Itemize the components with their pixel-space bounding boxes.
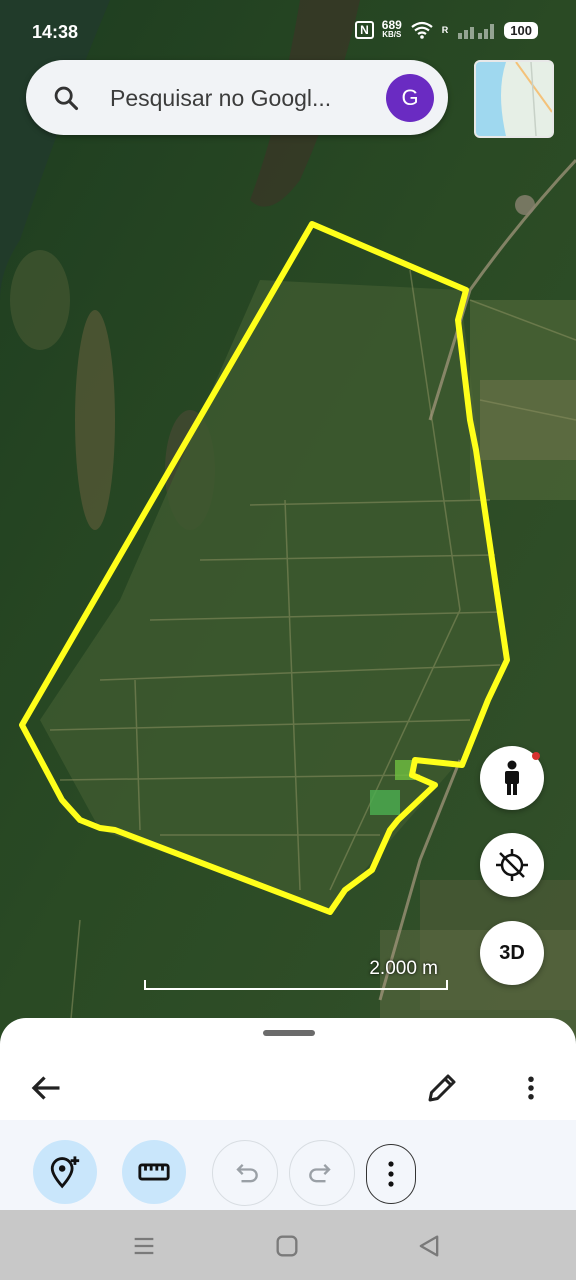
signal-icon xyxy=(458,24,495,39)
map-scale: 2.000 m xyxy=(142,958,448,992)
add-placemark-button[interactable] xyxy=(33,1140,97,1204)
scale-bar xyxy=(144,980,448,990)
nfc-icon: N xyxy=(355,21,374,39)
recenter-button[interactable] xyxy=(480,833,544,897)
search-icon xyxy=(54,86,79,111)
undo-button[interactable] xyxy=(212,1140,278,1206)
status-bar: 14:38 N 689 KB/S R 100 xyxy=(0,0,576,64)
menu-icon[interactable] xyxy=(130,1232,158,1260)
pencil-icon[interactable] xyxy=(424,1070,460,1106)
edit-toolbar xyxy=(0,1120,576,1210)
location-off-icon xyxy=(496,849,528,881)
redo-button[interactable] xyxy=(289,1140,355,1206)
redo-icon xyxy=(309,1164,331,1183)
search-input[interactable]: Pesquisar no Googl... xyxy=(110,85,331,112)
search-bar[interactable]: Pesquisar no Googl... G xyxy=(26,60,448,135)
undo-icon xyxy=(236,1164,258,1183)
triangle-back-icon[interactable] xyxy=(415,1232,443,1260)
status-icons: N 689 KB/S R 100 xyxy=(355,19,538,40)
wifi-icon xyxy=(411,21,433,39)
arrow-left-icon[interactable] xyxy=(28,1070,64,1106)
ruler-icon xyxy=(138,1163,170,1181)
network-speed: 689 KB/S xyxy=(382,19,402,40)
battery-indicator: 100 xyxy=(504,21,538,39)
notification-dot xyxy=(532,752,540,760)
scale-label: 2.000 m xyxy=(369,958,438,979)
more-vert-icon[interactable] xyxy=(516,1070,546,1106)
more-vert-icon xyxy=(388,1161,394,1187)
sheet-drag-handle[interactable] xyxy=(263,1030,315,1036)
street-view-button[interactable] xyxy=(480,746,544,810)
three-d-button[interactable]: 3D xyxy=(480,921,544,985)
add-location-icon xyxy=(50,1156,80,1189)
map-style-thumbnail[interactable] xyxy=(474,60,554,138)
map-thumbnail-icon xyxy=(476,62,552,136)
roaming-indicator: R xyxy=(441,25,449,35)
home-square-icon[interactable] xyxy=(273,1232,301,1260)
status-time: 14:38 xyxy=(32,22,79,42)
account-avatar[interactable]: G xyxy=(386,74,434,122)
toolbar-more-button[interactable] xyxy=(366,1144,416,1204)
speed-unit: KB/S xyxy=(382,30,402,39)
system-navigation-bar xyxy=(0,1210,576,1280)
person-icon xyxy=(505,760,519,795)
measure-button[interactable] xyxy=(122,1140,186,1204)
